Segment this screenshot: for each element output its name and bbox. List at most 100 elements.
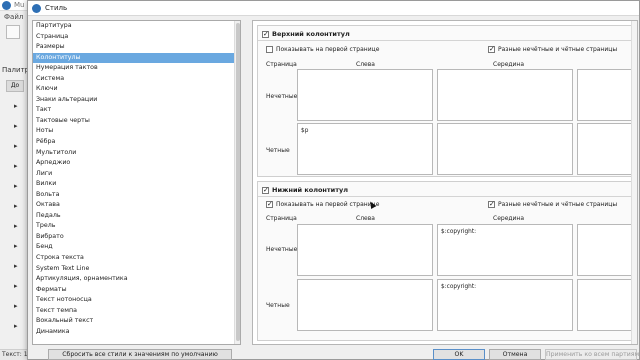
category-item[interactable]: Такт — [33, 105, 240, 116]
expand-arrow-icon[interactable]: ▸ — [14, 202, 22, 222]
col-page-header: Страница — [266, 61, 297, 68]
footer-odd-center-field[interactable]: $:copyright: — [437, 224, 573, 276]
expand-arrow-icon[interactable]: ▸ — [14, 262, 22, 282]
settings-scrollbar[interactable] — [631, 21, 637, 344]
cancel-button[interactable]: Отмена — [489, 349, 541, 360]
category-item[interactable]: Система — [33, 74, 240, 85]
category-item[interactable]: Мультитоли — [33, 148, 240, 159]
header-even-left-field[interactable]: $p — [297, 123, 433, 175]
category-item[interactable]: Педаль — [33, 211, 240, 222]
header-group-title[interactable]: Верхний колонтитул — [262, 30, 350, 38]
category-item[interactable]: System Text Line — [33, 264, 240, 275]
style-dialog: Стиль Партитура Страница Размеры Колонтитул… — [27, 0, 640, 360]
row-odd-label: Нечетные — [266, 93, 298, 100]
divider — [258, 40, 637, 41]
header-first-page-label: Показывать на первой странице — [276, 46, 380, 53]
category-item[interactable]: Вольта — [33, 190, 240, 201]
header-odd-right-field[interactable] — [577, 69, 637, 121]
header-odd-even-checkbox[interactable] — [488, 45, 495, 53]
category-item[interactable]: Трель — [33, 221, 240, 232]
category-item[interactable]: Вибрато — [33, 232, 240, 243]
footer-first-page-label: Показывать на первой странице — [276, 201, 380, 208]
category-item[interactable]: Вокальный текст — [33, 316, 240, 327]
palette-expand-list: ▸ ▸ ▸ ▸ ▸ ▸ ▸ ▸ ▸ ▸ ▸ ▸ — [14, 102, 22, 342]
category-item[interactable]: Лиги — [33, 169, 240, 180]
category-item[interactable]: Динамика — [33, 327, 240, 338]
category-item[interactable]: Страница — [33, 32, 240, 43]
category-item[interactable]: Артикуляция, орнаментика — [33, 274, 240, 285]
expand-arrow-icon[interactable]: ▸ — [14, 182, 22, 202]
category-item[interactable]: Ноты — [33, 126, 240, 137]
footer-title-label: Нижний колонтитул — [272, 186, 349, 194]
footer-even-right-field[interactable] — [577, 279, 637, 331]
category-item[interactable]: Партитура — [33, 21, 240, 32]
category-items: Партитура Страница Размеры Колонтитулы Нумер… — [33, 21, 240, 337]
header-even-right-field[interactable] — [577, 123, 637, 175]
footer-first-page-option[interactable]: Показывать на первой странице — [266, 200, 380, 208]
expand-arrow-icon[interactable]: ▸ — [14, 282, 22, 302]
category-list: Партитура Страница Размеры Колонтитулы Нумер… — [32, 20, 241, 345]
category-item[interactable]: Октава — [33, 200, 240, 211]
scrollbar-thumb[interactable] — [236, 23, 240, 341]
expand-arrow-icon[interactable]: ▸ — [14, 302, 22, 322]
header-odd-even-option[interactable]: Разные нечётные и чётные страницы — [488, 45, 618, 53]
palette-label: Палитр — [2, 66, 30, 74]
divider — [258, 196, 637, 197]
row-odd-label: Нечетные — [266, 246, 298, 253]
category-item[interactable]: Бенд — [33, 242, 240, 253]
footer-even-center-field[interactable]: $:copyright: — [437, 279, 573, 331]
footer-even-left-field[interactable] — [297, 279, 433, 331]
expand-arrow-icon[interactable]: ▸ — [14, 142, 22, 162]
expand-arrow-icon[interactable]: ▸ — [14, 122, 22, 142]
header-odd-center-field[interactable] — [437, 69, 573, 121]
category-item[interactable]: Размеры — [33, 42, 240, 53]
header-enabled-checkbox[interactable] — [262, 30, 269, 38]
category-item[interactable]: Тактовые черты — [33, 116, 240, 127]
header-even-center-field[interactable] — [437, 123, 573, 175]
category-item[interactable]: Арпеджио — [33, 158, 240, 169]
header-odd-left-field[interactable] — [297, 69, 433, 121]
footer-first-page-checkbox[interactable] — [266, 200, 273, 208]
app-title: Mu — [14, 1, 25, 9]
footer-odd-even-label: Разные нечётные и чётные страницы — [498, 201, 618, 208]
category-item[interactable]: Колонтитулы — [33, 52, 240, 64]
header-first-page-option[interactable]: Показывать на первой странице — [266, 46, 379, 53]
category-item[interactable]: Ключи — [33, 84, 240, 95]
add-palette-button[interactable]: До — [6, 80, 24, 92]
category-item[interactable]: Вилки — [33, 179, 240, 190]
reset-all-styles-button[interactable]: Сбросить все стили к значениям по умолча… — [48, 349, 232, 360]
category-item[interactable]: Нумерация тактов — [33, 63, 240, 74]
expand-arrow-icon[interactable]: ▸ — [14, 102, 22, 122]
apply-all-parts-button[interactable]: Применить ко всем партиям — [545, 349, 639, 360]
app-logo-icon — [2, 1, 11, 10]
header-first-page-checkbox[interactable] — [266, 46, 273, 53]
category-item[interactable]: Знаки альтерации — [33, 95, 240, 106]
expand-arrow-icon[interactable]: ▸ — [14, 222, 22, 242]
category-item[interactable]: Ферматы — [33, 285, 240, 296]
category-item[interactable]: Строка текста — [33, 253, 240, 264]
footer-odd-even-checkbox[interactable] — [488, 200, 495, 208]
footer-enabled-checkbox[interactable] — [262, 186, 269, 194]
new-file-button[interactable] — [6, 25, 20, 39]
category-scrollbar[interactable] — [234, 21, 240, 344]
dialog-titlebar: Стиль — [28, 1, 639, 16]
col-page-header: Страница — [266, 215, 297, 222]
ok-button[interactable]: OK — [433, 349, 485, 360]
footer-odd-right-field[interactable] — [577, 224, 637, 276]
footer-odd-left-field[interactable] — [297, 224, 433, 276]
footer-odd-even-option[interactable]: Разные нечётные и чётные страницы — [488, 200, 618, 208]
category-item[interactable]: Текст темпа — [33, 306, 240, 317]
row-even-label: Четные — [266, 302, 290, 309]
menu-file[interactable]: Файл — [4, 13, 23, 21]
expand-arrow-icon[interactable]: ▸ — [14, 242, 22, 262]
col-center-header: Середина — [493, 61, 525, 68]
header-odd-even-label: Разные нечётные и чётные страницы — [498, 46, 618, 53]
footer-group-title[interactable]: Нижний колонтитул — [262, 186, 348, 194]
col-center-header: Середина — [493, 215, 525, 222]
expand-arrow-icon[interactable]: ▸ — [14, 162, 22, 182]
expand-arrow-icon[interactable]: ▸ — [14, 322, 22, 342]
header-title-label: Верхний колонтитул — [272, 30, 350, 38]
category-item[interactable]: Текст нотоносца — [33, 295, 240, 306]
col-left-header: Слева — [356, 215, 375, 222]
category-item[interactable]: Рёбра — [33, 137, 240, 148]
